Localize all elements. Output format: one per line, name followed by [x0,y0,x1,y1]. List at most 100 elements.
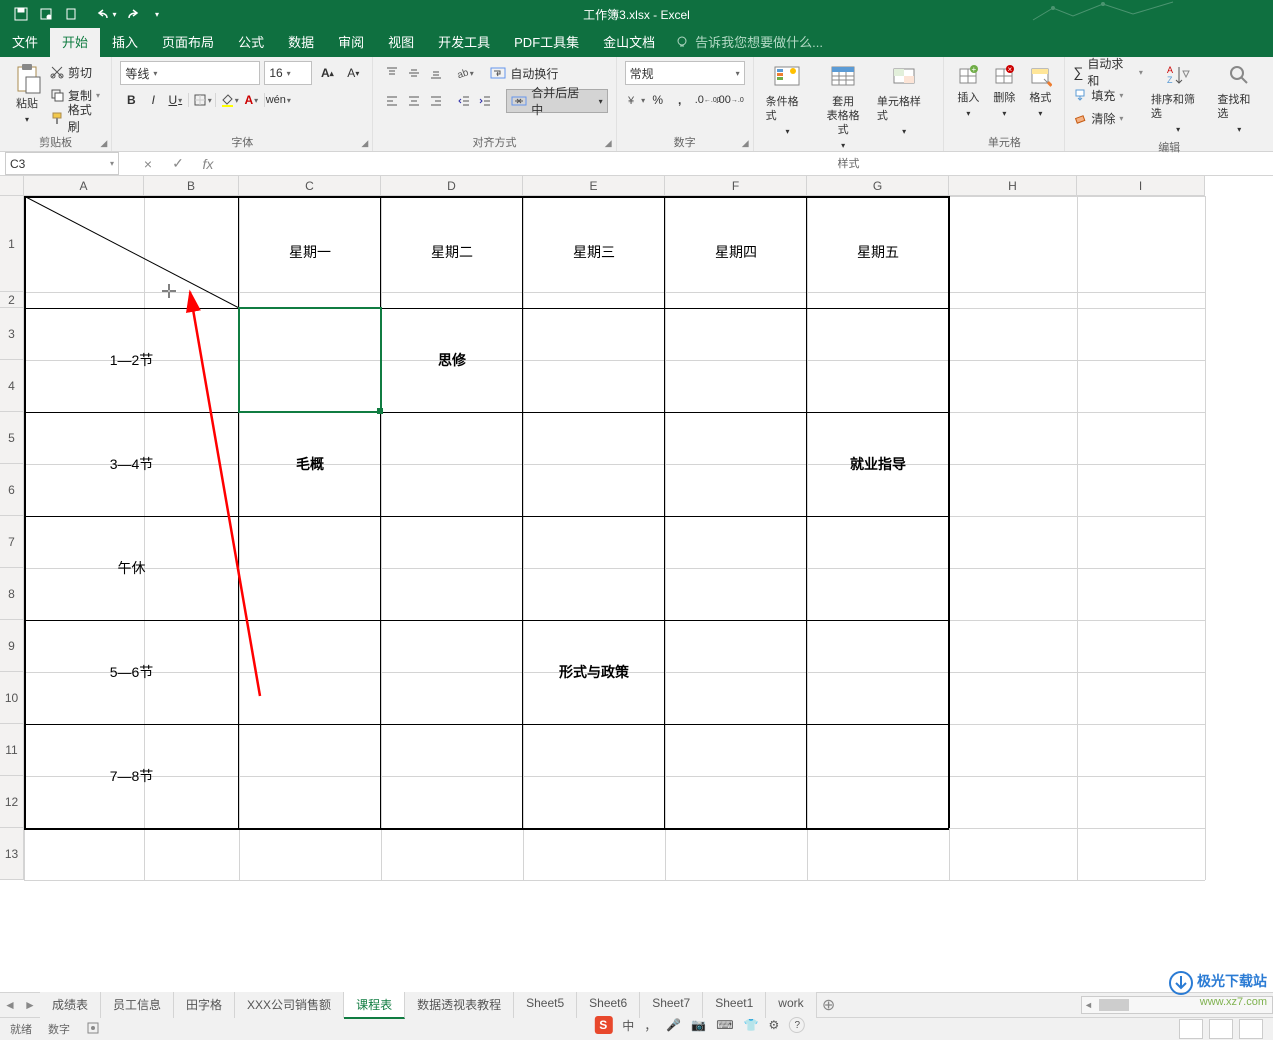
sheet-tab[interactable]: work [766,992,816,1018]
sheet-tab[interactable]: XXX公司销售额 [235,992,344,1018]
select-all-corner[interactable] [0,176,24,196]
font-name-combo[interactable]: 等线▾ [120,61,260,85]
format-painter-button[interactable]: 格式刷 [50,107,103,129]
row-header-1[interactable]: 1 [0,196,24,292]
quick-print-button[interactable] [60,3,82,25]
cell-F1[interactable]: 星期四 [665,196,807,308]
fill-color-button[interactable] [218,89,240,111]
italic-button[interactable]: I [142,89,164,111]
row-header-9[interactable]: 9 [0,620,24,672]
ime-toolbar[interactable]: S 中 ， 🎤📷⌨👕⚙? [594,1016,805,1034]
find-select-button[interactable]: 查找和选▾ [1213,61,1265,139]
delete-cells-button[interactable]: ×删除▾ [988,61,1020,123]
decrease-indent-button[interactable] [453,90,475,112]
sheet-tab[interactable]: Sheet5 [514,992,577,1018]
percent-button[interactable]: % [647,89,669,111]
launcher-icon[interactable]: ◢ [742,138,749,149]
underline-button[interactable]: U [164,89,186,111]
font-size-combo[interactable]: 16▾ [264,61,312,85]
border-button[interactable] [191,89,213,111]
bold-button[interactable]: B [120,89,142,111]
qat-customize-button[interactable]: ▾ [146,3,168,25]
row-header-5[interactable]: 5 [0,412,24,464]
cell-A9[interactable]: 5—6节 [24,620,239,724]
decrease-decimal-button[interactable]: .00→.0 [719,89,741,111]
align-middle-button[interactable] [403,62,425,84]
orientation-button[interactable]: ab [453,62,475,84]
col-header-D[interactable]: D [381,176,523,196]
tab-layout[interactable]: 页面布局 [150,26,226,57]
fill-button[interactable]: 填充▾ [1073,84,1142,106]
comma-button[interactable]: , [669,89,691,111]
sheet-tab[interactable]: 成绩表 [40,992,101,1018]
sheet-tab[interactable]: Sheet7 [640,992,703,1018]
accounting-format-button[interactable]: ¥ [625,89,647,111]
redo-button[interactable] [121,3,143,25]
col-header-I[interactable]: I [1077,176,1205,196]
number-format-combo[interactable]: 常规▾ [625,61,745,85]
row-header-11[interactable]: 11 [0,724,24,776]
phonetic-button[interactable]: wén [267,89,289,111]
add-sheet-button[interactable]: ⊕ [817,995,841,1015]
tab-review[interactable]: 审阅 [326,26,376,57]
align-center-button[interactable] [403,90,425,112]
col-header-C[interactable]: C [239,176,381,196]
col-header-B[interactable]: B [144,176,239,196]
name-box[interactable]: C3▾ [5,152,119,175]
cell-styles-button[interactable]: 单元格样式▾ [873,61,936,141]
cut-button[interactable]: 剪切 [50,61,103,83]
row-header-10[interactable]: 10 [0,672,24,724]
sheet-tab[interactable]: 田字格 [174,992,235,1018]
save-button[interactable] [10,3,32,25]
row-header-4[interactable]: 4 [0,360,24,412]
align-bottom-button[interactable] [425,62,447,84]
col-header-H[interactable]: H [949,176,1077,196]
sort-filter-button[interactable]: AZ排序和筛选▾ [1147,61,1210,139]
format-cells-button[interactable]: 格式▾ [1024,61,1056,123]
horizontal-scrollbar[interactable]: ◄ [1081,996,1273,1014]
tab-insert[interactable]: 插入 [100,26,150,57]
col-header-F[interactable]: F [665,176,807,196]
view-layout-button[interactable] [1209,1019,1233,1039]
row-header-12[interactable]: 12 [0,776,24,828]
tab-file[interactable]: 文件 [0,26,50,57]
sheet-tab[interactable]: Sheet1 [703,992,766,1018]
launcher-icon[interactable]: ◢ [361,138,368,149]
cell-G1[interactable]: 星期五 [807,196,949,308]
col-header-E[interactable]: E [523,176,665,196]
font-color-button[interactable]: A [240,89,262,111]
row-header-2[interactable]: 2 [0,292,24,308]
cell-D1[interactable]: 星期二 [381,196,523,308]
touch-mode-button[interactable] [35,3,57,25]
insert-function-button[interactable]: fx [199,156,217,172]
tab-home[interactable]: 开始 [50,26,100,57]
col-header-G[interactable]: G [807,176,949,196]
row-header-13[interactable]: 13 [0,828,24,880]
cell-A5[interactable]: 3—4节 [24,412,239,516]
launcher-icon[interactable]: ◢ [605,138,612,149]
clear-button[interactable]: 清除▾ [1073,107,1142,129]
cell-E1[interactable]: 星期三 [523,196,665,308]
cell-A7[interactable]: 午休 [24,516,239,620]
cell-C1[interactable]: 星期一 [239,196,381,308]
insert-cells-button[interactable]: +插入▾ [952,61,984,123]
cell-C5[interactable]: 毛概 [239,412,381,516]
sheet-tab[interactable]: 课程表 [344,992,405,1019]
macro-record-icon[interactable] [86,1021,100,1038]
sheet-tab[interactable]: 数据透视表教程 [405,992,514,1018]
cancel-formula-button[interactable]: × [139,156,157,172]
row-header-3[interactable]: 3 [0,308,24,360]
cell-D3[interactable]: 思修 [381,308,523,412]
wrap-text-button[interactable]: 自动换行 [485,61,563,85]
col-header-A[interactable]: A [24,176,144,196]
increase-indent-button[interactable] [475,90,497,112]
row-header-7[interactable]: 7 [0,516,24,568]
cell-E9[interactable]: 形式与政策 [523,620,665,724]
sheet-tab[interactable]: Sheet6 [577,992,640,1018]
undo-button[interactable]: ▾ [96,3,118,25]
align-top-button[interactable] [381,62,403,84]
decrease-font-button[interactable]: A▾ [342,62,364,84]
tell-me-search[interactable]: 告诉我您想要做什么... [675,26,823,57]
row-header-8[interactable]: 8 [0,568,24,620]
view-pagebreak-button[interactable] [1239,1019,1263,1039]
